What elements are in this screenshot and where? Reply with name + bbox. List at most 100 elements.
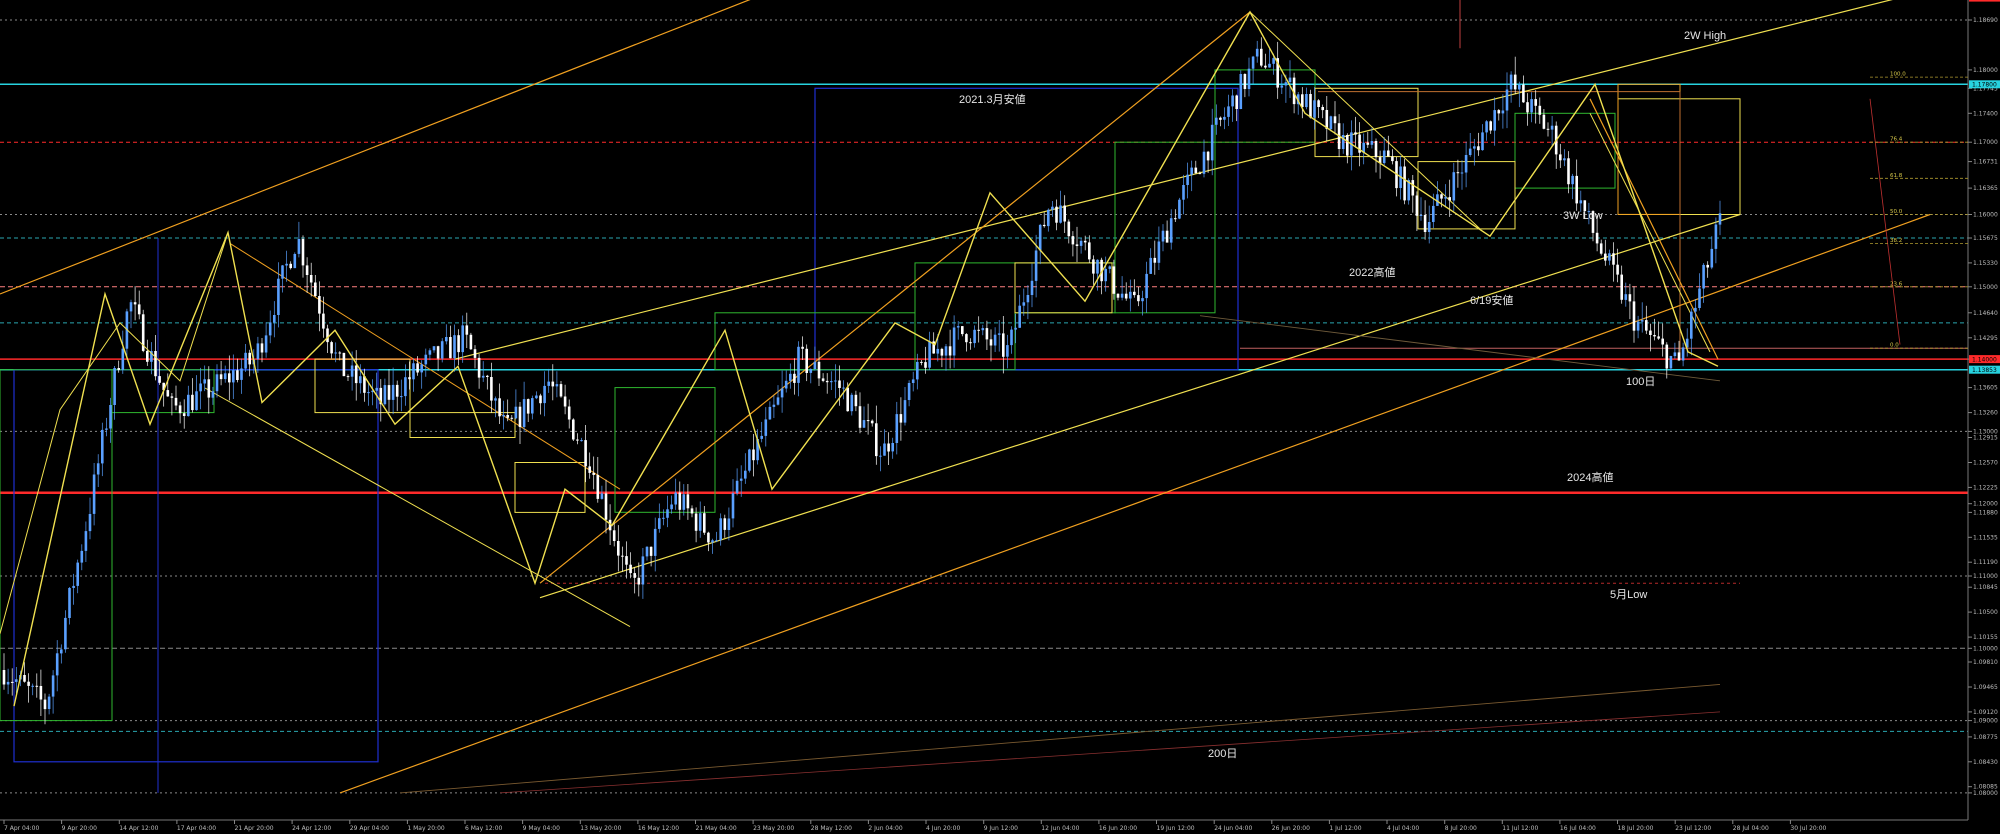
fib-levels: 100.0 76.4 61.8 50.0 38.2 23.6 0.0 (1870, 72, 1968, 349)
annotation-2024-high: 2024高値 (1567, 470, 1613, 484)
time-tick-label: 17 Apr 04:00 (177, 825, 216, 832)
candle-body (1628, 294, 1632, 302)
candle-body (1382, 150, 1386, 164)
candle-body (486, 375, 489, 377)
candle-body (1305, 94, 1308, 108)
candle-body (1391, 156, 1394, 162)
candle-body (490, 377, 493, 401)
candle-body (383, 385, 387, 405)
candle-body (1092, 259, 1095, 274)
time-tick-label: 1 Jul 12:00 (1329, 825, 1361, 832)
time-tick-label: 14 Apr 12:00 (119, 825, 158, 832)
candle-body (1669, 356, 1673, 369)
candle-body (1141, 298, 1144, 302)
candle-body (1493, 110, 1496, 131)
price-tick-label: 1.15675 (1973, 235, 1998, 242)
fib-level-label: 76.4 (1890, 137, 1903, 143)
candle-body (1321, 107, 1324, 111)
candle-body (883, 443, 886, 456)
candle-body (219, 374, 223, 380)
candle-body (80, 550, 84, 563)
time-tick-label: 8 Jul 20:00 (1445, 825, 1477, 832)
candle-body (1116, 293, 1120, 298)
candle-body (789, 373, 792, 381)
candle-body (510, 417, 514, 419)
candle-body (1165, 230, 1169, 243)
candle-body (1161, 230, 1165, 242)
candle-body (555, 384, 559, 387)
candle-body (760, 435, 763, 439)
time-tick-label: 19 Jun 12:00 (1157, 825, 1195, 832)
price-chart[interactable]: 1.186901.180001.177451.174001.170001.167… (0, 0, 2000, 834)
ma-200-line (399, 683, 1721, 794)
candle-body (1423, 215, 1427, 232)
candle-body (1411, 180, 1415, 196)
candle-body (776, 397, 780, 405)
candle-body (1194, 167, 1198, 174)
candle-body (518, 406, 522, 427)
candle-body (35, 685, 39, 687)
candle-body (215, 374, 219, 392)
candle-body (170, 396, 174, 398)
ma-200-red-line (499, 711, 1721, 794)
candle-body (1284, 82, 1288, 86)
candle-body (334, 352, 337, 354)
candle-body (780, 388, 784, 398)
candle-body (1468, 148, 1472, 155)
price-tick-label: 1.12225 (1973, 484, 1998, 491)
candle-body (326, 328, 329, 343)
candle-body (559, 384, 563, 397)
candle-body (1702, 264, 1705, 289)
price-tick-label: 1.11535 (1973, 534, 1998, 541)
candle-body (1387, 150, 1390, 157)
candle-body (629, 564, 632, 574)
candle-body (1034, 250, 1038, 281)
candle-body (821, 378, 825, 381)
candle-body (43, 699, 47, 710)
fib-level-label: 61.8 (1890, 173, 1903, 179)
price-tag-label: 1.14000 (1972, 356, 1997, 363)
candle-body (1157, 241, 1161, 263)
candle-body (1477, 146, 1480, 151)
candle-body (1530, 99, 1533, 113)
candle-body (1341, 135, 1345, 149)
candle-body (1190, 167, 1193, 175)
candle-body (1481, 132, 1484, 151)
candle-body (1649, 330, 1652, 335)
zigzag-secondary (0, 232, 229, 634)
candle-body (404, 377, 407, 397)
candle-body (846, 387, 849, 412)
candle-body (526, 399, 530, 414)
candle-body (682, 494, 686, 510)
candle-body (1260, 48, 1263, 66)
candle-body (1374, 141, 1378, 158)
candle-body (1202, 151, 1206, 174)
candle-body (432, 346, 436, 351)
time-tick-label: 4 Jun 20:00 (926, 825, 960, 832)
candle-body (1182, 185, 1185, 200)
annotation-may-low: 5月Low (1610, 589, 1647, 601)
candle-body (514, 406, 518, 419)
candle-body (572, 419, 575, 440)
candle-body (359, 376, 362, 384)
candle-body (1174, 218, 1177, 220)
candle-body (268, 322, 272, 336)
candle-body (1403, 166, 1406, 201)
price-tick-label: 1.15330 (1973, 260, 1998, 267)
candle-body (387, 385, 391, 400)
price-tick-label: 1.15000 (1973, 284, 1998, 291)
candle-body (1219, 117, 1222, 120)
candle-body (195, 391, 198, 411)
candle-body (187, 394, 190, 417)
candle-body (1653, 335, 1656, 337)
candle-body (911, 379, 915, 383)
candle-body (1309, 94, 1312, 118)
time-tick-label: 21 May 04:00 (696, 825, 737, 832)
price-tick-label: 1.13605 (1973, 385, 1998, 392)
candle-body (1006, 345, 1009, 357)
price-tick-label: 1.08775 (1973, 734, 1998, 741)
yellow-box-7 (1617, 98, 1741, 215)
price-tick-label: 1.09000 (1973, 718, 1998, 725)
candle-body (113, 368, 116, 405)
annotation-100-day: 100日 (1626, 376, 1655, 388)
